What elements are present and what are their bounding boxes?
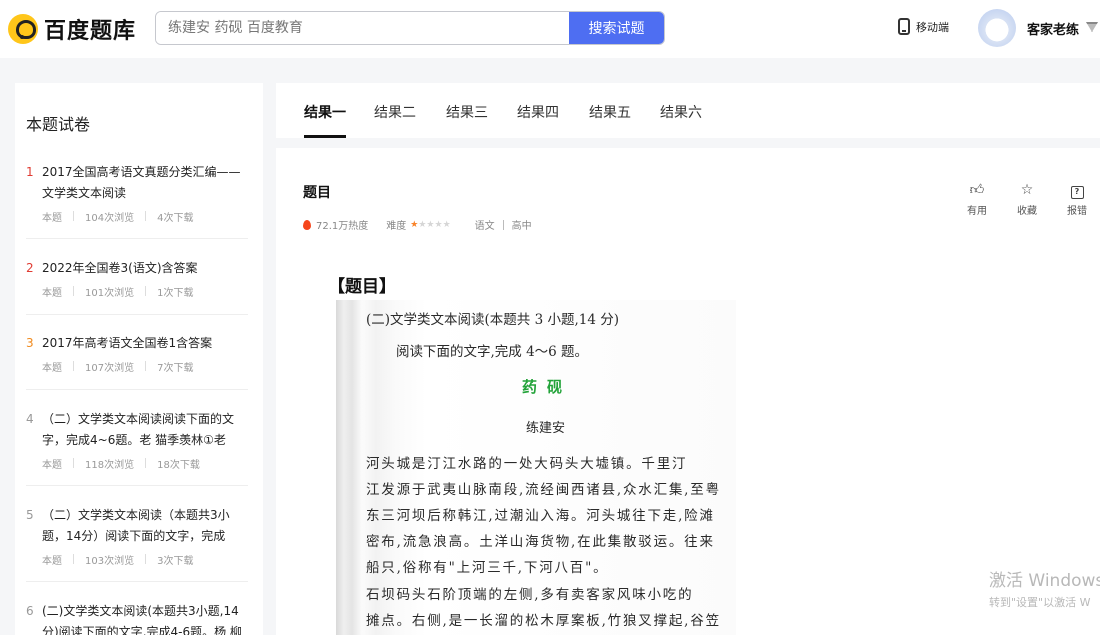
- star-icon: ☆: [1020, 182, 1034, 198]
- list-item-title[interactable]: 2022年全国卷3(语文)含答案: [42, 258, 248, 279]
- question-title: 题目: [303, 185, 331, 201]
- scan-body-line: 江发源于武夷山脉南段,流经闽西诸县,众水汇集,至粤: [366, 482, 721, 498]
- list-item[interactable]: 1 2017全国高考语文真题分类汇编——文学类文本阅读 本题 104次浏览 4次下载: [26, 162, 248, 239]
- search-input[interactable]: [156, 12, 569, 44]
- result-tabs: 结果一 结果二 结果三 结果四 结果五 结果六: [276, 83, 1100, 138]
- report-button[interactable]: ? 报错: [1052, 182, 1100, 217]
- windows-activation-watermark: 激活 Windows 转到"设置"以激活 W: [989, 566, 1100, 610]
- difficulty-star-icon: ★: [418, 219, 427, 230]
- subject-label: 语文: [474, 221, 495, 232]
- tab-result-4[interactable]: 结果四: [517, 102, 559, 122]
- heat-value: 72.1万热度: [316, 221, 369, 232]
- scan-body-line: 东三河坝后称韩江,过潮汕入海。河头城往下走,险滩: [366, 508, 715, 524]
- logo-text: 百度题库: [44, 19, 137, 44]
- difficulty-star-icon: ★: [426, 219, 435, 230]
- logo-icon: [8, 14, 38, 44]
- scan-body-line: 摊点。右侧,是一长溜的松木厚案板,竹狼叉撑起,谷笠: [366, 613, 721, 629]
- list-item-views: 103次浏览: [85, 555, 135, 567]
- list-item-views: 104次浏览: [85, 212, 135, 224]
- list-item-type: 本题: [42, 212, 62, 224]
- list-item-number: 6: [26, 604, 34, 618]
- scan-author: 练建安: [526, 421, 566, 436]
- question-bracket-title: 【题目】: [328, 277, 396, 297]
- report-label: 报错: [1067, 206, 1087, 217]
- logo[interactable]: 百度题库: [8, 12, 136, 46]
- list-item[interactable]: 6 (二)文学类文本阅读(本题共3小题,14分)阅读下面的文字,完成4-6题。杨 …: [26, 601, 248, 635]
- list-item-title[interactable]: （二）文学类文本阅读阅读下面的文字，完成4~6题。老 猫季羡林①老猫...: [42, 409, 248, 451]
- list-item-title[interactable]: 2017年高考语文全国卷1含答案: [42, 333, 248, 354]
- scanned-question-image: (二)文学类文本阅读(本题共 3 小题,14 分) 阅读下面的文字,完成 4～6…: [336, 300, 736, 635]
- useful-button[interactable]: 👍︎ 有用: [952, 182, 1002, 217]
- tab-result-2[interactable]: 结果二: [374, 102, 416, 122]
- watermark-line-2: 转到"设置"以激活 W: [989, 596, 1091, 609]
- search-bar: 搜索试题: [155, 11, 665, 45]
- difficulty-label: 难度: [386, 221, 407, 232]
- scan-body-line: 河头城是汀江水路的一处大码头大墟镇。千里汀: [366, 456, 688, 472]
- thumbs-up-icon: 👍︎: [969, 182, 985, 198]
- list-item-number: 2: [26, 261, 34, 275]
- tab-result-1[interactable]: 结果一: [304, 102, 346, 138]
- list-item[interactable]: 3 2017年高考语文全国卷1含答案 本题 107次浏览 7次下载: [26, 333, 248, 390]
- list-item-downloads: 4次下载: [157, 212, 194, 224]
- list-item-type: 本题: [42, 555, 62, 567]
- paper-sidebar: 本题试卷 1 2017全国高考语文真题分类汇编——文学类文本阅读 本题 104次浏览…: [15, 83, 263, 635]
- question-panel: 题目 72.1万热度 难度 ★ ★ ★ ★ ★ 语文 高中 👍︎ 有用 ☆ 收藏 ? 报…: [276, 148, 1100, 635]
- watermark-line-1: 激活 Windows: [989, 571, 1100, 591]
- vip-gem-icon[interactable]: [1086, 22, 1098, 32]
- list-item-downloads: 1次下载: [157, 287, 194, 299]
- mobile-label: 移动端: [916, 20, 949, 34]
- scan-body-line: 船只,俗称有"上河三千,下河八百"。: [366, 560, 609, 576]
- scan-section-title: (二)文学类文本阅读(本题共 3 小题,14 分): [366, 312, 619, 328]
- useful-label: 有用: [967, 206, 987, 217]
- scan-heading: 药砚: [522, 378, 573, 396]
- list-item-number: 4: [26, 412, 34, 426]
- list-item-views: 118次浏览: [85, 459, 135, 471]
- level-label: 高中: [511, 221, 532, 232]
- scan-body-line: 密布,流急浪高。土洋山海货物,在此集散驳运。往来: [366, 534, 715, 550]
- list-item[interactable]: 4 （二）文学类文本阅读阅读下面的文字，完成4~6题。老 猫季羡林①老猫... 本…: [26, 409, 248, 486]
- list-item-type: 本题: [42, 459, 62, 471]
- list-item-title[interactable]: (二)文学类文本阅读(本题共3小题,14分)阅读下面的文字,完成4-6题。杨 柳…: [42, 601, 248, 635]
- collect-label: 收藏: [1017, 206, 1037, 217]
- scan-body-line: 石坝码头石阶顶端的左侧,多有卖客家风味小吃的: [366, 587, 694, 603]
- list-item-views: 101次浏览: [85, 287, 135, 299]
- phone-icon: [898, 18, 910, 35]
- scan-instruction: 阅读下面的文字,完成 4～6 题。: [396, 344, 589, 360]
- tab-result-3[interactable]: 结果三: [446, 102, 488, 122]
- difficulty-star-icon: ★: [434, 219, 443, 230]
- mobile-link[interactable]: 移动端: [898, 18, 949, 35]
- sidebar-title: 本题试卷: [26, 115, 91, 134]
- username[interactable]: 客家老练: [1027, 19, 1079, 38]
- difficulty-stars: ★ ★ ★ ★ ★: [410, 220, 450, 230]
- question-meta: 72.1万热度 难度 ★ ★ ★ ★ ★ 语文 高中: [303, 217, 532, 232]
- report-icon: ?: [1070, 182, 1084, 199]
- collect-button[interactable]: ☆ 收藏: [1002, 182, 1052, 217]
- list-item-downloads: 3次下载: [157, 555, 194, 567]
- list-item-number: 3: [26, 336, 34, 350]
- list-item-title[interactable]: 2017全国高考语文真题分类汇编——文学类文本阅读: [42, 162, 248, 204]
- avatar[interactable]: [978, 9, 1016, 47]
- difficulty-star-icon: ★: [442, 219, 451, 230]
- difficulty-star-icon: ★: [410, 219, 419, 230]
- tab-result-6[interactable]: 结果六: [660, 102, 702, 122]
- list-item-number: 1: [26, 165, 34, 179]
- list-item-type: 本题: [42, 287, 62, 299]
- list-item-number: 5: [26, 508, 34, 522]
- list-item-title[interactable]: （二）文学类文本阅读（本题共3小题，14分）阅读下面的文字，完成4-...: [42, 505, 248, 547]
- list-item[interactable]: 2 2022年全国卷3(语文)含答案 本题 101次浏览 1次下载: [26, 258, 248, 315]
- list-item-type: 本题: [42, 362, 62, 374]
- tab-result-5[interactable]: 结果五: [589, 102, 631, 122]
- top-header: 百度题库 搜索试题 移动端 客家老练: [0, 0, 1100, 58]
- list-item-views: 107次浏览: [85, 362, 135, 374]
- list-item-downloads: 7次下载: [157, 362, 194, 374]
- question-actions: 👍︎ 有用 ☆ 收藏 ? 报错: [952, 182, 1100, 217]
- fire-icon: [303, 219, 311, 230]
- list-item-downloads: 18次下载: [157, 459, 200, 471]
- search-button[interactable]: 搜索试题: [569, 12, 664, 44]
- list-item[interactable]: 5 （二）文学类文本阅读（本题共3小题，14分）阅读下面的文字，完成4-... 本…: [26, 505, 248, 582]
